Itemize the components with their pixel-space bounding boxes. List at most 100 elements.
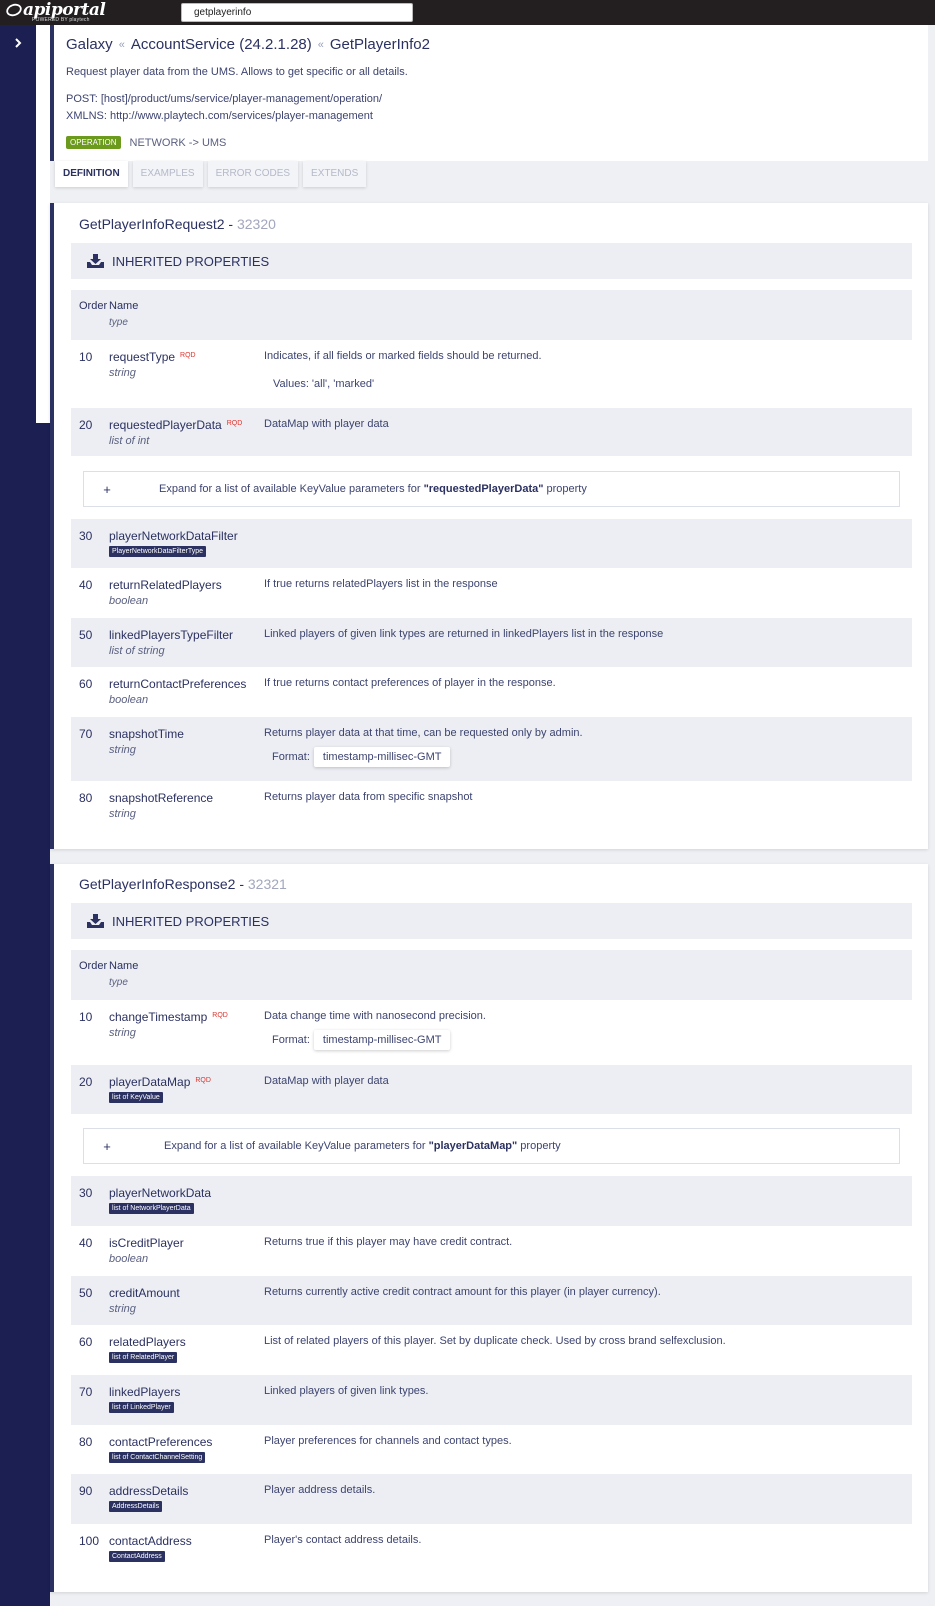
table-row: 40 returnRelatedPlayers boolean If true … xyxy=(71,568,912,618)
expand-keyvalue-panel[interactable]: + Expand for a list of available KeyValu… xyxy=(83,471,900,507)
tab-definition[interactable]: DEFINITION xyxy=(55,161,128,187)
breadcrumb-operation[interactable]: GetPlayerInfo2 xyxy=(330,36,430,53)
inherited-properties-bar[interactable]: INHERITED PROPERTIES xyxy=(71,903,912,939)
tab-extends[interactable]: EXTENDS xyxy=(303,161,367,187)
row-order: 80 xyxy=(79,791,93,805)
download-tray-icon xyxy=(87,254,104,268)
property-name: creditAmount xyxy=(109,1286,180,1300)
column-order: Order xyxy=(79,960,108,972)
required-marker: RQD xyxy=(212,1012,228,1019)
expand-prefix: Expand for a list of available KeyValue … xyxy=(159,483,424,495)
table-row: 80 contactPreferences list of ContactCha… xyxy=(71,1425,912,1474)
response-card: GetPlayerInfoResponse2 - 32321 INHERITED… xyxy=(50,864,928,1592)
table-row: 20 playerDataMap RQD list of KeyValue Dat… xyxy=(71,1065,912,1114)
row-description: Indicates, if all fields or marked field… xyxy=(264,350,542,362)
row-values: Values: 'all', 'marked' xyxy=(273,378,375,390)
table-row: 80 snapshotReference string Returns play… xyxy=(71,781,912,831)
operation-header: Galaxy « AccountService (24.2.1.28) « Ge… xyxy=(50,25,928,161)
row-order: 10 xyxy=(79,350,93,364)
table-row: 60 relatedPlayers list of RelatedPlayer … xyxy=(71,1325,912,1375)
breadcrumb-service[interactable]: AccountService (24.2.1.28) xyxy=(131,36,312,53)
row-type: list of string xyxy=(109,645,165,657)
inherited-properties-bar[interactable]: INHERITED PROPERTIES xyxy=(71,243,912,279)
row-description: If true returns relatedPlayers list in t… xyxy=(264,578,498,590)
property-name: playerNetworkDataFilter xyxy=(109,529,238,543)
type-link-badge[interactable]: list of ContactChannelSetting xyxy=(109,1452,206,1463)
row-order: 70 xyxy=(79,1385,93,1399)
tab-examples[interactable]: EXAMPLES xyxy=(132,161,203,187)
table-row: 70 linkedPlayers list of LinkedPlayer Li… xyxy=(71,1375,912,1425)
table-row: 70 snapshotTime string Returns player da… xyxy=(71,717,912,781)
apiportal-logo[interactable]: apiportal POWERED BY playtech xyxy=(6,1,106,23)
xmlns-line: XMLNS: http://www.playtech.com/services/… xyxy=(66,110,373,122)
property-name: requestType xyxy=(109,350,176,364)
type-link-badge[interactable]: ContactAddress xyxy=(109,1551,165,1562)
row-order: 60 xyxy=(79,677,93,691)
row-order: 30 xyxy=(79,529,93,543)
format-pill: timestamp-millisec-GMT xyxy=(313,747,451,767)
property-name: returnContactPreferences xyxy=(109,677,247,691)
row-order: 30 xyxy=(79,1186,93,1200)
required-marker: RQD xyxy=(195,1077,211,1084)
row-description: Returns true if this player may have cre… xyxy=(264,1236,513,1248)
row-description: DataMap with player data xyxy=(264,1075,389,1087)
table-row: 20 requestedPlayerData RQD list of int Da… xyxy=(71,408,912,456)
row-order: 90 xyxy=(79,1484,93,1498)
breadcrumb-root[interactable]: Galaxy xyxy=(66,36,113,53)
search-input[interactable]: getplayerinfo xyxy=(181,3,413,22)
type-link-badge[interactable]: list of KeyValue xyxy=(109,1092,163,1103)
request-code: 32320 xyxy=(236,216,276,232)
table-header-row: Order Name type xyxy=(71,290,912,340)
row-order: 70 xyxy=(79,727,93,741)
type-link-badge[interactable]: list of NetworkPlayerData xyxy=(109,1203,194,1214)
type-link-badge[interactable]: PlayerNetworkDataFilterType xyxy=(109,546,207,557)
row-type: string xyxy=(109,744,136,756)
row-order: 100 xyxy=(79,1534,100,1548)
table-row: 30 playerNetworkData list of NetworkPlay… xyxy=(71,1176,912,1226)
column-name: Name xyxy=(109,960,139,972)
property-name: contactAddress xyxy=(109,1534,192,1548)
post-endpoint: POST: [host]/product/ums/service/player-… xyxy=(66,93,383,105)
table-row: 100 contactAddress ContactAddress Player… xyxy=(71,1524,912,1574)
property-name: contactPreferences xyxy=(109,1435,213,1449)
expand-keyvalue-panel[interactable]: + Expand for a list of available KeyValu… xyxy=(83,1128,900,1164)
type-link-badge[interactable]: list of LinkedPlayer xyxy=(109,1402,174,1413)
response-code: 32321 xyxy=(247,876,287,892)
property-name: snapshotReference xyxy=(109,791,214,805)
row-name: requestedPlayerData RQD xyxy=(109,418,242,432)
operation-type-row: OPERATION NETWORK -> UMS xyxy=(66,136,226,149)
chevron-right-icon xyxy=(15,38,22,48)
request-name: GetPlayerInfoRequest2 - xyxy=(79,216,237,232)
row-description: Player address details. xyxy=(264,1484,376,1496)
column-order: Order xyxy=(79,300,108,312)
property-name: linkedPlayersTypeFilter xyxy=(109,628,234,642)
expand-prefix: Expand for a list of available KeyValue … xyxy=(164,1140,429,1152)
row-type: string xyxy=(109,1027,136,1039)
breadcrumb: Galaxy « AccountService (24.2.1.28) « Ge… xyxy=(66,36,430,53)
type-link-badge[interactable]: list of RelatedPlayer xyxy=(109,1352,178,1363)
property-name: addressDetails xyxy=(109,1484,189,1498)
breadcrumb-separator: « xyxy=(317,38,324,51)
row-description: Returns player data from specific snapsh… xyxy=(264,791,473,803)
property-name: requestedPlayerData xyxy=(109,418,222,432)
row-order: 10 xyxy=(79,1010,93,1024)
inherited-label: INHERITED PROPERTIES xyxy=(112,253,270,269)
table-row: 30 playerNetworkDataFilter PlayerNetwork… xyxy=(71,519,912,568)
expand-text: Expand for a list of available KeyValue … xyxy=(159,483,587,495)
row-description: Player's contact address details. xyxy=(264,1534,422,1546)
plus-icon: + xyxy=(103,481,111,497)
row-description: List of related players of this player. … xyxy=(264,1335,726,1347)
tab-error-codes[interactable]: ERROR CODES xyxy=(207,161,299,187)
table-row: 50 creditAmount string Returns currently… xyxy=(71,1276,912,1325)
row-description: Linked players of given link types. xyxy=(264,1385,429,1397)
row-name: changeTimestamp RQD xyxy=(109,1010,228,1024)
property-name: playerNetworkData xyxy=(109,1186,212,1200)
property-name: returnRelatedPlayers xyxy=(109,578,222,592)
sidebar-toggle-button[interactable] xyxy=(0,33,36,53)
row-type: string xyxy=(109,808,136,820)
column-type: type xyxy=(109,317,128,328)
row-order: 50 xyxy=(79,628,93,642)
type-link-badge[interactable]: AddressDetails xyxy=(109,1501,163,1512)
row-order: 50 xyxy=(79,1286,93,1300)
operation-description: Request player data from the UMS. Allows… xyxy=(66,66,408,78)
